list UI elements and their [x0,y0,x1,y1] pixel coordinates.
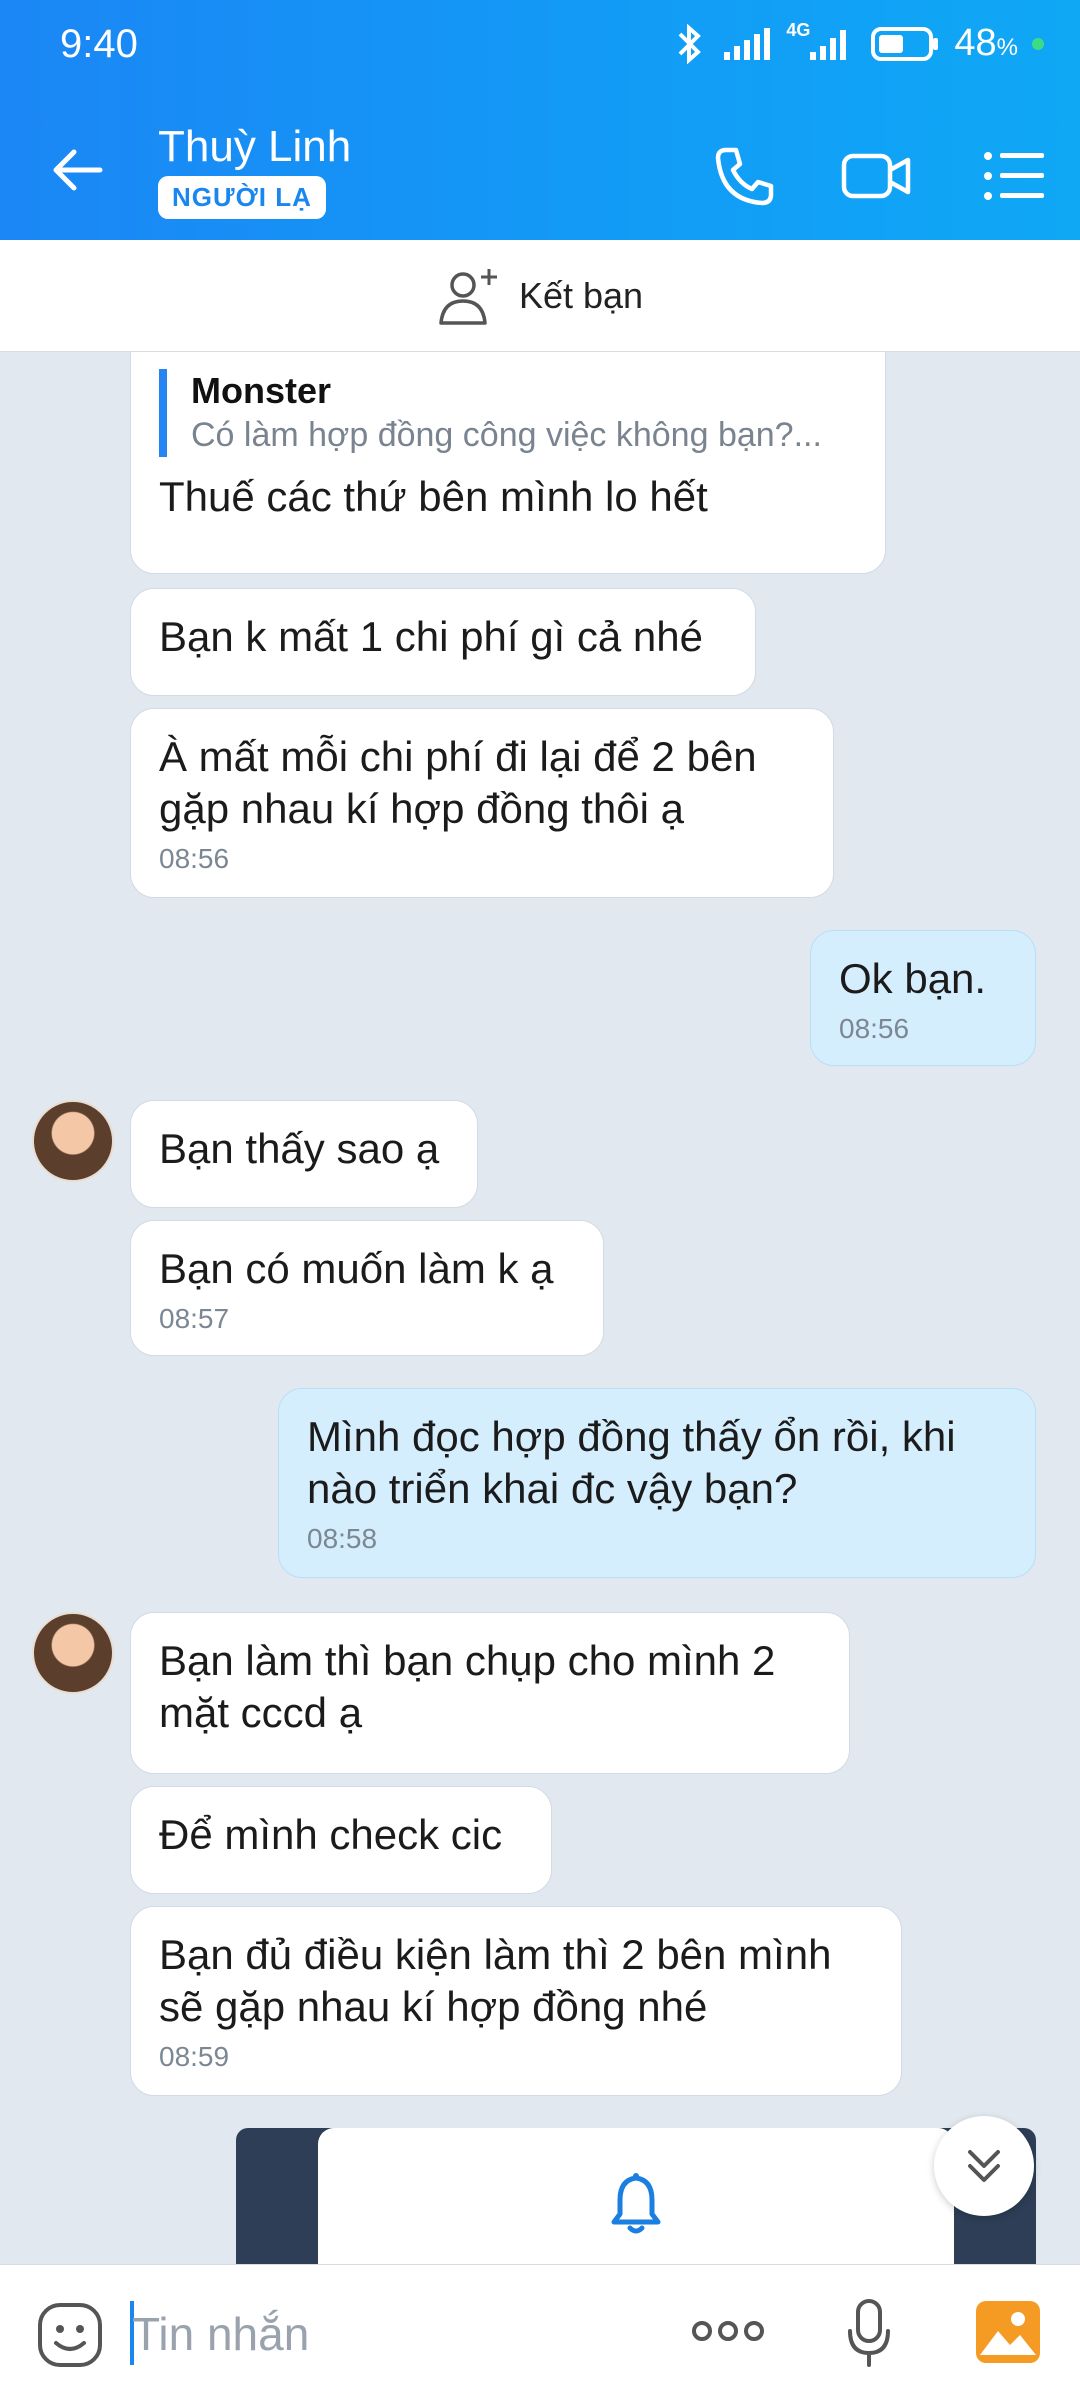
notification-card[interactable] [318,2128,954,2264]
message-text: Thuế các thứ bên mình lo hết [159,473,708,520]
my-message-bubble[interactable]: Mình đọc hợp đồng thấy ổn rồi, khi nào t… [278,1388,1036,1578]
list-menu-icon[interactable] [978,140,1050,212]
message-bubble[interactable]: Monster Có làm hợp đồng công việc không … [130,352,886,574]
image-icon[interactable] [974,2299,1042,2365]
message-time: 08:58 [307,1523,378,1554]
chevron-double-down-icon [968,2150,1000,2182]
stranger-badge: NGƯỜI LẠ [158,176,326,219]
signal-4g-icon: 4G [786,20,856,64]
add-person-icon [439,268,497,325]
scroll-to-bottom-button[interactable] [934,2116,1034,2216]
chat-header: 9:40 4G 48% Thuỳ Linh NGƯỜI LẠ [0,0,1080,240]
message-text: Bạn đủ điều kiện làm thì 2 bên mình sẽ g… [159,1931,832,2030]
message-bubble[interactable]: À mất mỗi chi phí đi lại để 2 bên gặp nh… [130,708,834,898]
message-text: Mình đọc hợp đồng thấy ổn rồi, khi nào t… [307,1413,956,1512]
bluetooth-icon [678,23,702,64]
smiley-icon[interactable] [36,2301,104,2369]
status-time: 9:40 [60,22,138,66]
message-text: Bạn làm thì bạn chụp cho mình 2 mặt cccd… [159,1637,776,1736]
signal-icon [724,27,771,60]
video-camera-icon[interactable] [840,140,912,212]
quoted-text: Có làm hợp đồng công việc không bạn?... [191,416,822,454]
message-time: 08:57 [159,1303,230,1334]
avatar[interactable] [32,1612,114,1694]
microphone-icon[interactable] [844,2297,894,2369]
message-text: Ok bạn. [839,955,987,1002]
message-input[interactable]: Tin nhắn [132,2307,309,2361]
message-text: Bạn k mất 1 chi phí gì cả nhé [159,613,703,660]
battery-icon [871,26,939,61]
message-time: 08:56 [839,1013,910,1044]
phone-icon[interactable] [708,140,780,212]
add-friend-label: Kết bạn [518,274,644,316]
message-bubble[interactable]: Bạn thấy sao ạ [130,1100,478,1208]
arrow-left-icon[interactable] [48,140,108,200]
quoted-sender: Monster [191,370,332,411]
avatar[interactable] [32,1100,114,1182]
message-text: Để mình check cic [159,1811,503,1858]
message-input-bar: Tin nhắn [0,2264,1080,2400]
message-time: 08:59 [159,2041,230,2072]
battery-value: 48 [954,22,997,64]
message-time: 08:56 [159,843,230,874]
contact-name[interactable]: Thuỳ Linh [158,122,351,172]
bell-icon [611,2173,661,2234]
message-bubble[interactable]: Bạn k mất 1 chi phí gì cả nhé [130,588,756,696]
battery-unit: % [996,34,1018,61]
message-bubble[interactable]: Bạn đủ điều kiện làm thì 2 bên mình sẽ g… [130,1906,902,2096]
message-bubble[interactable]: Bạn có muốn làm k ạ 08:57 [130,1220,604,1356]
message-bubble[interactable]: Để mình check cic [130,1786,552,1894]
my-message-bubble[interactable]: Ok bạn. 08:56 [810,930,1036,1066]
quoted-reply[interactable]: Monster Có làm hợp đồng công việc không … [159,369,857,457]
add-friend-button[interactable]: Kết bạn [0,240,1080,352]
message-bubble[interactable]: Bạn làm thì bạn chụp cho mình 2 mặt cccd… [130,1612,850,1774]
charging-dot-icon [1032,37,1044,50]
message-text: À mất mỗi chi phí đi lại để 2 bên gặp nh… [159,733,757,832]
message-text: Bạn thấy sao ạ [159,1125,440,1172]
more-dots-icon[interactable] [690,2313,766,2349]
status-icons: 4G 48% [672,20,1044,65]
battery-level: 48% [954,22,1018,65]
message-list[interactable]: Monster Có làm hợp đồng công việc không … [0,352,1080,2264]
message-text: Bạn có muốn làm k ạ [159,1245,554,1292]
